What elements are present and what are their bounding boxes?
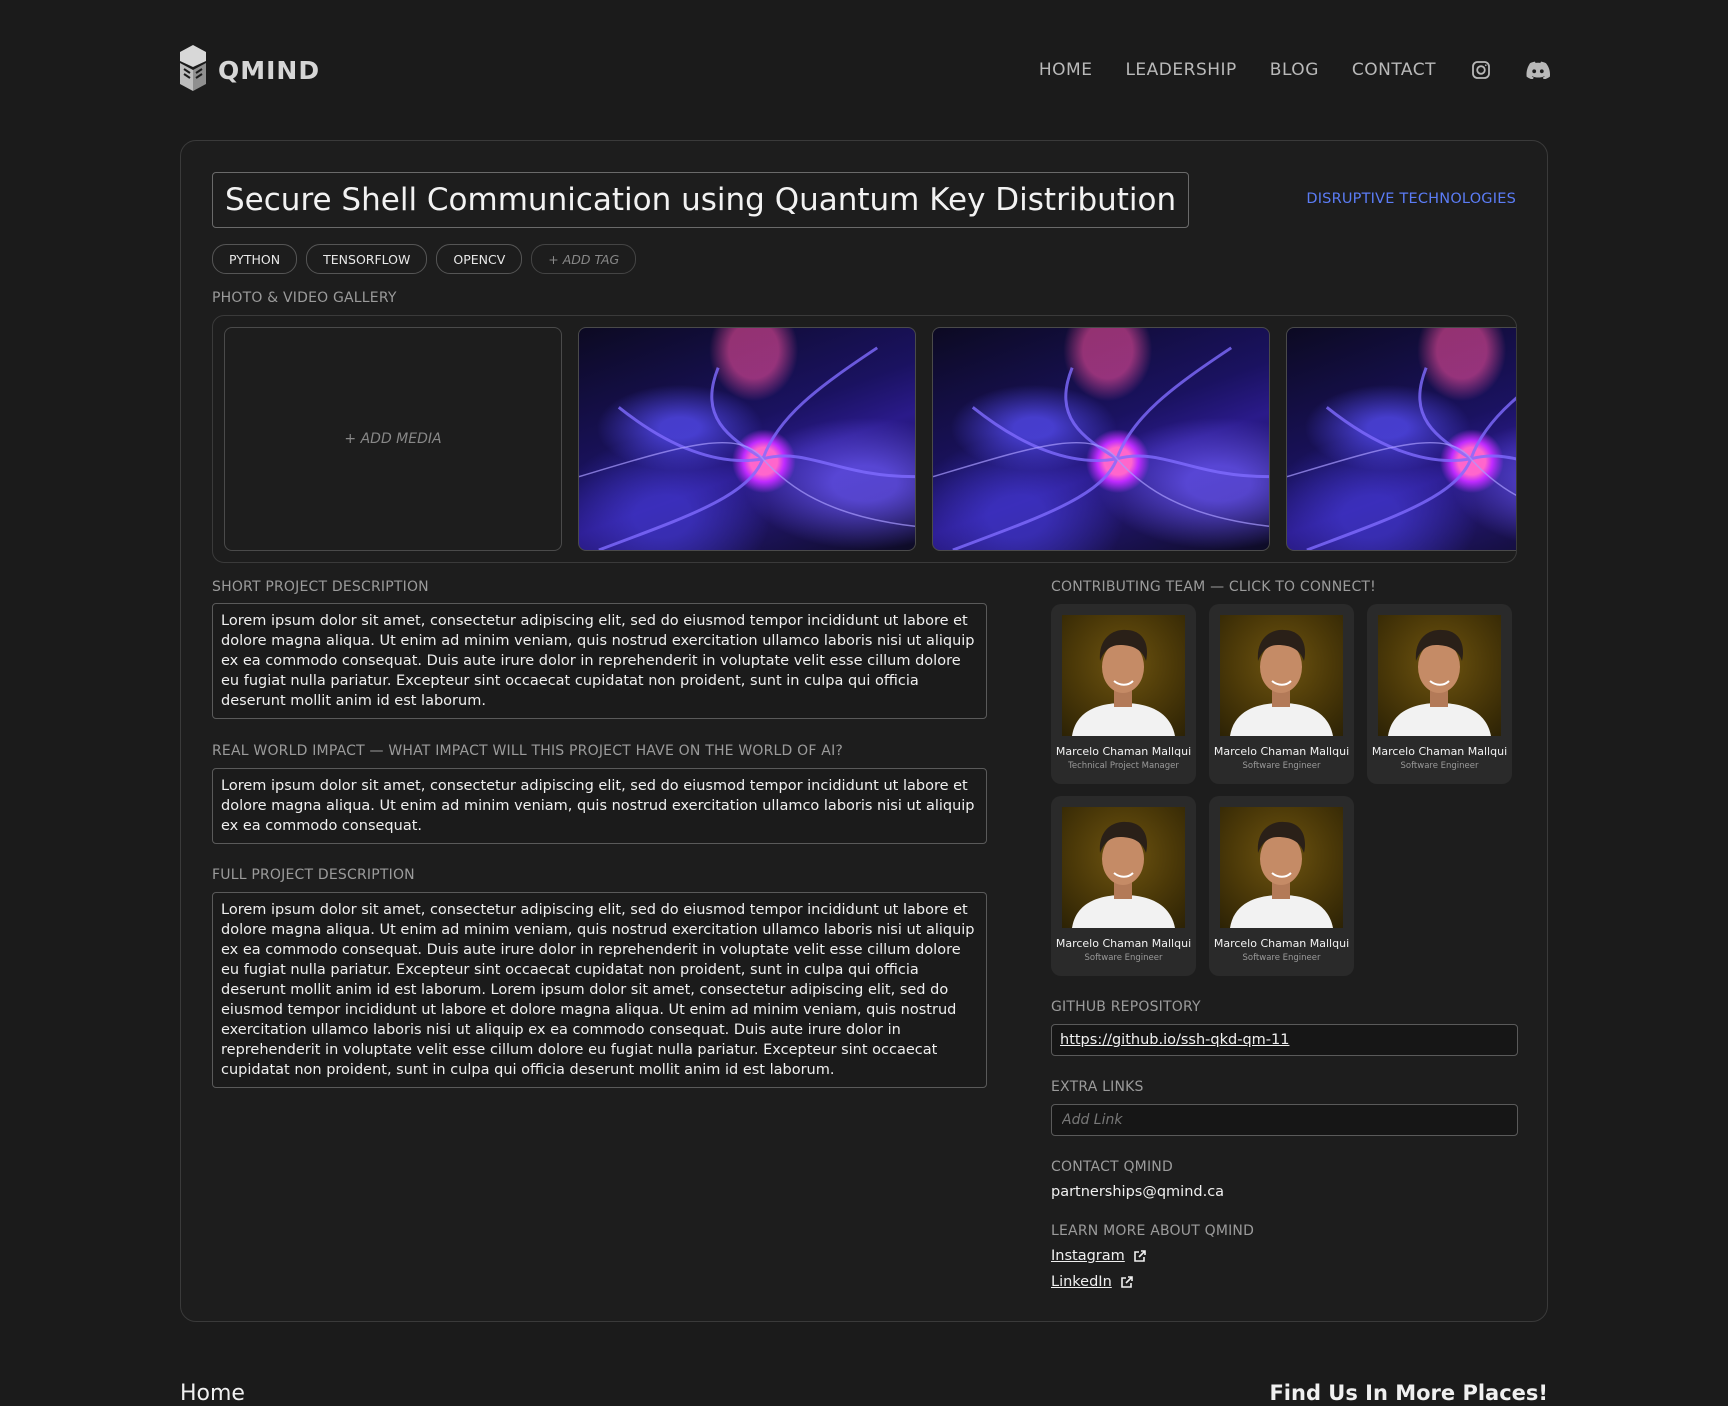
add-media-label: + ADD MEDIA	[344, 431, 442, 447]
site-header: QMIND HOME LEADERSHIP BLOG CONTACT	[180, 45, 1550, 95]
impact-label: REAL WORLD IMPACT — WHAT IMPACT WILL THI…	[212, 743, 844, 759]
tag-opencv[interactable]: OPENCV	[436, 244, 523, 274]
member-name: Marcelo Chaman Mallqui	[1371, 745, 1508, 758]
team-member-card[interactable]: Marcelo Chaman Mallqui Software Engineer	[1051, 796, 1196, 976]
nav-contact[interactable]: CONTACT	[1352, 60, 1436, 80]
project-title-field[interactable]: Secure Shell Communication using Quantum…	[212, 172, 1190, 228]
member-role: Software Engineer	[1242, 953, 1321, 963]
main-nav: HOME LEADERSHIP BLOG CONTACT	[1039, 46, 1550, 94]
avatar	[1378, 615, 1501, 736]
tag-list: PYTHON TENSORFLOW OPENCV + ADD TAG	[212, 244, 637, 274]
team-label: CONTRIBUTING TEAM — CLICK TO CONNECT!	[1051, 579, 1376, 595]
avatar	[1062, 615, 1185, 736]
linkedin-link-label: LinkedIn	[1051, 1274, 1112, 1290]
footer-home-link[interactable]: Home	[180, 1381, 245, 1406]
extra-link-field[interactable]	[1051, 1104, 1518, 1136]
project-card: Secure Shell Communication using Quantum…	[180, 140, 1548, 1322]
gallery-label: PHOTO & VIDEO GALLERY	[212, 290, 397, 306]
full-description-field[interactable]: Lorem ipsum dolor sit amet, consectetur …	[212, 892, 987, 1088]
brand-logo[interactable]: QMIND	[180, 45, 321, 95]
discord-icon[interactable]	[1526, 58, 1550, 82]
short-description-field[interactable]: Lorem ipsum dolor sit amet, consectetur …	[212, 603, 987, 719]
contact-email[interactable]: partnerships@qmind.ca	[1051, 1184, 1224, 1200]
gallery-image[interactable]	[932, 327, 1270, 551]
avatar	[1062, 807, 1185, 928]
member-name: Marcelo Chaman Mallqui	[1213, 937, 1350, 950]
external-link-icon	[1120, 1275, 1133, 1289]
add-tag-button[interactable]: + ADD TAG	[531, 244, 637, 274]
short-description-label: SHORT PROJECT DESCRIPTION	[212, 579, 429, 595]
instagram-icon[interactable]	[1469, 58, 1493, 82]
github-label: GITHUB REPOSITORY	[1051, 999, 1201, 1015]
linkedin-link[interactable]: LinkedIn	[1051, 1274, 1133, 1290]
project-category[interactable]: DISRUPTIVE TECHNOLOGIES	[1306, 191, 1516, 207]
tag-python[interactable]: PYTHON	[212, 244, 298, 274]
nav-blog[interactable]: BLOG	[1270, 60, 1319, 80]
member-role: Technical Project Manager	[1068, 761, 1179, 771]
github-link[interactable]: https://github.io/ssh-qkd-qm-11	[1060, 1032, 1289, 1048]
footer-heading: Find Us In More Places!	[1269, 1381, 1548, 1405]
member-role: Software Engineer	[1084, 953, 1163, 963]
brand-name: QMIND	[218, 55, 321, 85]
external-link-icon	[1133, 1249, 1146, 1263]
qmind-logo-icon	[180, 45, 206, 95]
team-member-card[interactable]: Marcelo Chaman Mallqui Software Engineer	[1209, 796, 1354, 976]
add-media-button[interactable]: + ADD MEDIA	[224, 327, 562, 551]
member-name: Marcelo Chaman Mallqui	[1055, 745, 1192, 758]
full-description-label: FULL PROJECT DESCRIPTION	[212, 867, 415, 883]
gallery-image[interactable]	[1286, 327, 1516, 551]
github-field[interactable]: https://github.io/ssh-qkd-qm-11	[1051, 1024, 1518, 1056]
nav-home[interactable]: HOME	[1039, 60, 1093, 80]
instagram-link-label: Instagram	[1051, 1248, 1125, 1264]
avatar	[1220, 807, 1343, 928]
team-member-card[interactable]: Marcelo Chaman Mallqui Software Engineer	[1209, 604, 1354, 784]
team-member-card[interactable]: Marcelo Chaman Mallqui Technical Project…	[1051, 604, 1196, 784]
member-name: Marcelo Chaman Mallqui	[1213, 745, 1350, 758]
media-gallery[interactable]: + ADD MEDIA	[212, 315, 1517, 563]
extra-links-label: EXTRA LINKS	[1051, 1079, 1144, 1095]
team-member-card[interactable]: Marcelo Chaman Mallqui Software Engineer	[1367, 604, 1512, 784]
add-link-input[interactable]	[1060, 1111, 1509, 1129]
gallery-image[interactable]	[578, 327, 916, 551]
impact-field[interactable]: Lorem ipsum dolor sit amet, consectetur …	[212, 768, 987, 844]
instagram-link[interactable]: Instagram	[1051, 1248, 1146, 1264]
avatar	[1220, 615, 1343, 736]
learn-more-label: LEARN MORE ABOUT QMIND	[1051, 1223, 1255, 1239]
member-role: Software Engineer	[1400, 761, 1479, 771]
contact-label: CONTACT QMIND	[1051, 1159, 1173, 1175]
member-role: Software Engineer	[1242, 761, 1321, 771]
member-name: Marcelo Chaman Mallqui	[1055, 937, 1192, 950]
tag-tensorflow[interactable]: TENSORFLOW	[306, 244, 428, 274]
nav-leadership[interactable]: LEADERSHIP	[1125, 60, 1236, 80]
